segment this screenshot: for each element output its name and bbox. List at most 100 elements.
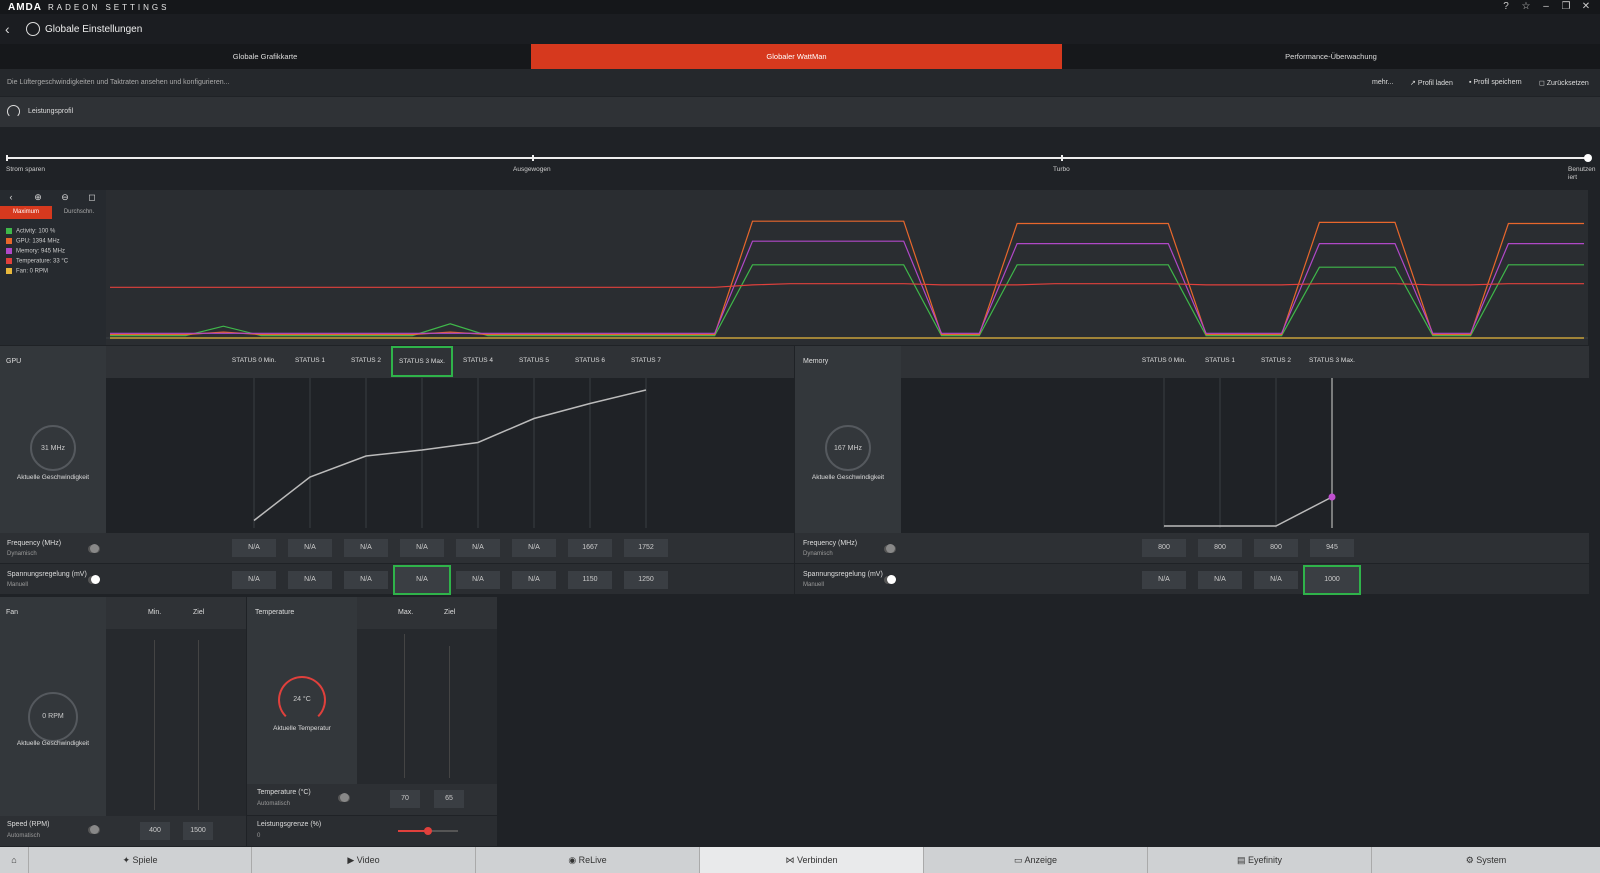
nav-video[interactable]: ▶ Video <box>251 847 475 873</box>
memory-state-3[interactable]: STATUS 3 Max. <box>1304 357 1360 364</box>
fan-target-slider[interactable] <box>198 640 199 810</box>
gpu-volt-cell-4[interactable]: N/A <box>456 571 500 589</box>
fan-speed-min-input[interactable]: 400 <box>140 822 170 840</box>
tab-globale-grafikkarte[interactable]: Globale Grafikkarte <box>0 44 530 69</box>
gpu-state-7[interactable]: STATUS 7 <box>618 357 674 364</box>
fan-min-slider[interactable] <box>154 640 155 810</box>
gpu-volt-toggle[interactable] <box>88 575 100 584</box>
gpu-volt-cell-6[interactable]: 1150 <box>568 571 612 589</box>
memory-volt-cell-1[interactable]: N/A <box>1198 571 1242 589</box>
profile-stop-label: Ausgewogen <box>513 166 551 173</box>
gpu-curve-chart[interactable] <box>106 378 794 533</box>
slider-tick[interactable] <box>532 155 534 161</box>
memory-curve-point[interactable] <box>1328 493 1336 501</box>
reset-button[interactable]: ◻ Zurücksetzen <box>1539 79 1589 87</box>
gpu-freq-cell-7[interactable]: 1752 <box>624 539 668 557</box>
slider-tick[interactable] <box>6 155 8 161</box>
legend-item: Memory: 945 MHz <box>6 248 65 255</box>
gpu-speed-value: 31 MHz <box>40 445 66 452</box>
play-icon: ▶ <box>347 855 357 865</box>
nav-spiele[interactable]: ✦ Spiele <box>28 847 251 873</box>
memory-freq-cell-3[interactable]: 945 <box>1310 539 1354 557</box>
temp-target-slider[interactable] <box>449 646 450 778</box>
power-limit-knob[interactable] <box>424 827 432 835</box>
tab-globaler-wattman[interactable]: Globaler WattMan <box>531 44 1062 69</box>
gpu-speed-caption: Aktuelle Geschwindigkeit <box>16 474 90 481</box>
tab-maximum[interactable]: Maximum <box>0 206 52 219</box>
tab-average[interactable]: Durchschn. <box>52 206 106 219</box>
close-icon[interactable]: ✕ <box>1578 1 1594 13</box>
gpu-freq-cell-5[interactable]: N/A <box>512 539 556 557</box>
memory-curve-chart[interactable] <box>901 378 1589 533</box>
help-icon[interactable]: ? <box>1498 1 1514 13</box>
gpu-freq-cell-3[interactable]: N/A <box>400 539 444 557</box>
nav-eyefinity[interactable]: ▤ Eyefinity <box>1147 847 1371 873</box>
gpu-frequency-row <box>0 533 794 563</box>
memory-volt-cell-3[interactable]: 1000 <box>1303 565 1361 595</box>
zoom-in-icon[interactable]: ⊕ <box>30 192 46 204</box>
memory-volt-cell-2[interactable]: N/A <box>1254 571 1298 589</box>
gpu-state-1[interactable]: STATUS 1 <box>282 357 338 364</box>
memory-state-0[interactable]: STATUS 0 Min. <box>1136 357 1192 364</box>
gpu-volt-cell-7[interactable]: 1250 <box>624 571 668 589</box>
gpu-freq-cell-0[interactable]: N/A <box>232 539 276 557</box>
star-icon[interactable]: ☆ <box>1518 1 1534 13</box>
temp-max-slider[interactable] <box>404 634 405 778</box>
gpu-volt-cell-2[interactable]: N/A <box>344 571 388 589</box>
gpu-freq-cell-1[interactable]: N/A <box>288 539 332 557</box>
nav-verbinden[interactable]: ⋈ Verbinden <box>699 847 923 873</box>
nav-relive[interactable]: ◉ ReLive <box>475 847 699 873</box>
save-profile-button[interactable]: ▪ Profil speichern <box>1469 79 1522 86</box>
memory-state-2[interactable]: STATUS 2 <box>1248 357 1304 364</box>
more-link[interactable]: mehr... <box>1372 79 1393 86</box>
load-profile-button[interactable]: ↗ Profil laden <box>1410 79 1453 87</box>
slider-tick[interactable] <box>1061 155 1063 161</box>
temp-toggle[interactable] <box>338 793 350 802</box>
gpu-state-5[interactable]: STATUS 5 <box>506 357 562 364</box>
memory-volt-cell-0[interactable]: N/A <box>1142 571 1186 589</box>
gpu-freq-cell-6[interactable]: 1667 <box>568 539 612 557</box>
gpu-volt-cell-1[interactable]: N/A <box>288 571 332 589</box>
toggle-knob <box>91 575 100 584</box>
gpu-state-0[interactable]: STATUS 0 Min. <box>226 357 282 364</box>
gpu-freq-cell-2[interactable]: N/A <box>344 539 388 557</box>
memory-freq-toggle[interactable] <box>884 544 896 553</box>
tab-performance[interactable]: Performance-Überwachung <box>1062 44 1600 69</box>
fullscreen-icon[interactable]: ◻ <box>84 192 100 204</box>
gpu-state-6[interactable]: STATUS 6 <box>562 357 618 364</box>
back-icon[interactable]: ‹ <box>5 21 10 37</box>
gpu-freq-toggle[interactable] <box>88 544 100 553</box>
nav-system[interactable]: ⚙ System <box>1371 847 1600 873</box>
restore-icon[interactable]: ❐ <box>1558 1 1574 13</box>
gpu-volt-cell-3[interactable]: N/A <box>393 565 451 595</box>
memory-state-1[interactable]: STATUS 1 <box>1192 357 1248 364</box>
save-profile-label: Profil speichern <box>1473 79 1522 86</box>
chevron-left-icon[interactable]: ‹ <box>3 192 19 204</box>
gpu-state-2[interactable]: STATUS 2 <box>338 357 394 364</box>
slider-knob[interactable] <box>1584 154 1592 162</box>
zoom-out-icon[interactable]: ⊖ <box>57 192 73 204</box>
temp-target-input[interactable]: 65 <box>434 790 464 808</box>
nav-label: System <box>1476 855 1507 865</box>
memory-volt-sub: Manuell <box>803 582 825 588</box>
memory-freq-cell-2[interactable]: 800 <box>1254 539 1298 557</box>
gpu-freq-cell-4[interactable]: N/A <box>456 539 500 557</box>
fan-slider-area <box>106 629 246 816</box>
temp-max-input[interactable]: 70 <box>390 790 420 808</box>
memory-freq-cell-1[interactable]: 800 <box>1198 539 1242 557</box>
home-icon[interactable]: ⌂ <box>0 847 28 873</box>
profile-slider[interactable] <box>6 157 1590 159</box>
fan-speed-toggle[interactable] <box>88 825 100 834</box>
app-title: RADEON SETTINGS <box>48 3 170 12</box>
memory-freq-cell-0[interactable]: 800 <box>1142 539 1186 557</box>
gpu-volt-cell-0[interactable]: N/A <box>232 571 276 589</box>
minimize-icon[interactable]: – <box>1538 1 1554 13</box>
gpu-volt-cell-5[interactable]: N/A <box>512 571 556 589</box>
fan-speed-target-input[interactable]: 1500 <box>183 822 213 840</box>
toggle-knob <box>887 575 896 584</box>
gpu-state-3[interactable]: STATUS 3 Max. <box>391 346 453 377</box>
nav-anzeige[interactable]: ▭ Anzeige <box>923 847 1147 873</box>
gpu-state-4[interactable]: STATUS 4 <box>450 357 506 364</box>
memory-volt-toggle[interactable] <box>884 575 896 584</box>
description: Die Lüftergeschwindigkeiten und Taktrate… <box>7 79 230 86</box>
